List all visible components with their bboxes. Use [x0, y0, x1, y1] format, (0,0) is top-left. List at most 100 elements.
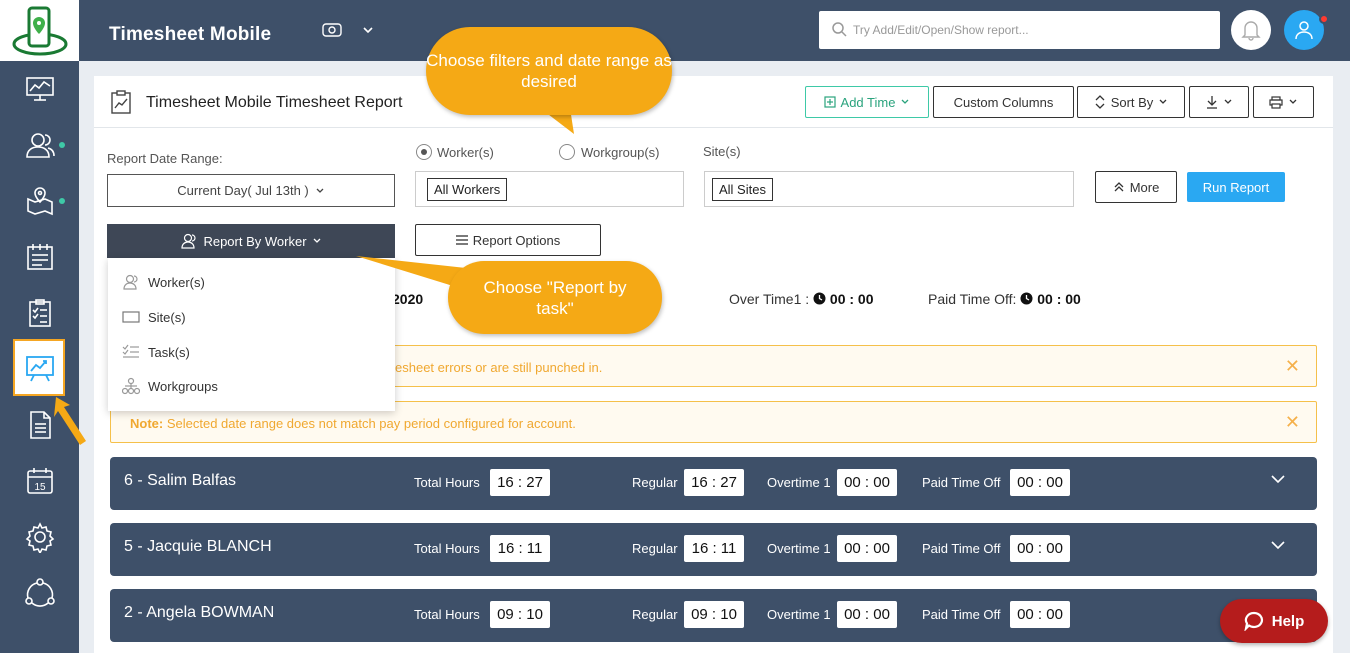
search-icon — [832, 22, 847, 37]
workers-icon — [181, 233, 196, 249]
more-button[interactable]: More — [1095, 171, 1177, 203]
summary-overtime-label: Over Time1 : — [729, 291, 810, 307]
calendar-icon[interactable]: 15 — [0, 453, 79, 509]
sort-by-button[interactable]: Sort By — [1077, 86, 1185, 118]
report-by-button[interactable]: Report By Worker — [107, 224, 395, 258]
date-range-value: Current Day( Jul 13th ) — [177, 183, 309, 198]
total-hours-label: Total Hours — [414, 541, 480, 556]
summary-pto-label: Paid Time Off: — [928, 291, 1017, 307]
plus-square-icon — [823, 96, 836, 108]
pto-label: Paid Time Off — [922, 541, 1001, 556]
user-avatar-button[interactable] — [1284, 10, 1324, 50]
chevron-down-icon — [1289, 99, 1297, 104]
clipboard-icon[interactable] — [0, 285, 79, 341]
worker-row[interactable]: 6 - Salim Balfas Total Hours 16 : 27 Reg… — [110, 457, 1317, 510]
total-hours-label: Total Hours — [414, 607, 480, 622]
report-options-label: Report Options — [472, 232, 561, 248]
integrations-icon[interactable] — [0, 565, 79, 621]
workgroup-icon — [122, 377, 140, 395]
workers-status-dot — [59, 142, 65, 148]
chevron-down-icon[interactable] — [1270, 539, 1286, 551]
download-icon — [1206, 96, 1217, 109]
currency-icon[interactable] — [322, 22, 342, 38]
workers-icon — [123, 274, 138, 290]
total-hours-label: Total Hours — [414, 475, 480, 490]
search-box[interactable] — [819, 11, 1220, 49]
print-button[interactable] — [1253, 86, 1314, 118]
report-title: Timesheet Mobile Timesheet Report — [146, 94, 403, 111]
workers-icon[interactable] — [0, 117, 79, 173]
menu-item-label: Worker(s) — [148, 274, 205, 290]
menu-item-sites[interactable]: Site(s) — [122, 307, 186, 327]
chevron-down-icon — [1224, 99, 1231, 104]
workers-field[interactable]: All Workers — [415, 171, 684, 207]
menu-item-workgroups[interactable]: Workgroups — [122, 376, 218, 396]
worker-row[interactable]: 5 - Jacquie BLANCH Total Hours 16 : 11 R… — [110, 523, 1317, 576]
total-hours-value: 16 : 11 — [490, 535, 550, 562]
svg-text:15: 15 — [34, 482, 46, 493]
help-button[interactable]: Help — [1220, 599, 1328, 643]
gear-icon[interactable] — [0, 509, 79, 565]
reports-nav-active[interactable] — [13, 339, 65, 396]
report-options-button[interactable]: Report Options — [415, 224, 601, 256]
summary-pto: Paid Time Off: 00 : 00 — [928, 291, 1081, 307]
dashboard-icon[interactable] — [0, 61, 79, 117]
regular-value: 09 : 10 — [684, 601, 744, 628]
site-icon — [122, 311, 140, 323]
more-label: More — [1129, 179, 1160, 195]
overtime-value: 00 : 00 — [837, 469, 897, 496]
menu-item-tasks[interactable]: Task(s) — [122, 342, 190, 362]
summary-overtime: Over Time1 : 00 : 00 — [729, 291, 874, 307]
chevron-down-icon — [313, 238, 320, 243]
menu-item-workers[interactable]: Worker(s) — [122, 272, 205, 292]
overtime-value: 00 : 00 — [837, 535, 897, 562]
workgroup-radio-label: Workgroup(s) — [581, 145, 660, 160]
chevron-down-icon[interactable] — [362, 24, 374, 36]
search-input[interactable] — [853, 20, 1193, 40]
chat-bubble-icon — [1244, 611, 1263, 631]
worker-radio[interactable] — [416, 144, 432, 160]
chevron-down-icon[interactable] — [1270, 473, 1286, 485]
notifications-button[interactable] — [1231, 10, 1271, 50]
add-time-label: Add Time — [840, 94, 896, 110]
run-report-button[interactable]: Run Report — [1187, 172, 1285, 202]
summary-overtime-value: 00 : 00 — [829, 291, 874, 307]
alert-text: esheet errors or are still punched in. — [395, 360, 603, 375]
chevron-down-icon — [901, 99, 909, 104]
workgroup-radio[interactable] — [559, 144, 575, 160]
worker-row[interactable]: 2 - Angela BOWMAN Total Hours 09 : 10 Re… — [110, 589, 1317, 642]
overtime-label: Overtime 1 — [767, 607, 831, 622]
worker-radio-label: Worker(s) — [437, 145, 494, 160]
sites-status-dot — [59, 198, 65, 204]
date-range-select[interactable]: Current Day( Jul 13th ) — [107, 174, 395, 207]
sites-chip[interactable]: All Sites — [712, 178, 773, 201]
user-notification-dot — [1319, 14, 1329, 24]
custom-columns-label: Custom Columns — [953, 94, 1054, 110]
sites-field[interactable]: All Sites — [704, 171, 1074, 207]
sort-by-label: Sort By — [1110, 94, 1154, 110]
workers-chip[interactable]: All Workers — [427, 178, 508, 201]
regular-label: Regular — [632, 475, 678, 490]
menu-lines-icon — [455, 235, 468, 245]
close-icon[interactable]: ✕ — [1285, 356, 1300, 377]
menu-item-label: Task(s) — [148, 344, 190, 360]
report-by-menu: Worker(s) Site(s) Task(s) Workgroups — [108, 258, 395, 411]
sort-icon — [1095, 95, 1105, 109]
callout-task: Choose "Report by task" — [448, 261, 662, 334]
tasks-board-icon[interactable] — [0, 229, 79, 285]
arrow-pointer-icon — [54, 397, 86, 445]
download-button[interactable] — [1189, 86, 1249, 118]
custom-columns-button[interactable]: Custom Columns — [933, 86, 1074, 118]
report-icon — [111, 90, 131, 114]
sidebar: 15 — [0, 0, 86, 653]
add-time-button[interactable]: Add Time — [805, 86, 929, 118]
pto-label: Paid Time Off — [922, 475, 1001, 490]
callout-filters: Choose filters and date range as desired — [426, 27, 672, 115]
clock-icon — [1020, 292, 1033, 305]
summary-pto-value: 00 : 00 — [1037, 291, 1081, 307]
close-icon[interactable]: ✕ — [1285, 412, 1300, 433]
clock-icon — [813, 292, 826, 305]
app-logo[interactable] — [0, 0, 79, 61]
sites-map-icon[interactable] — [0, 173, 79, 229]
regular-value: 16 : 27 — [684, 469, 744, 496]
